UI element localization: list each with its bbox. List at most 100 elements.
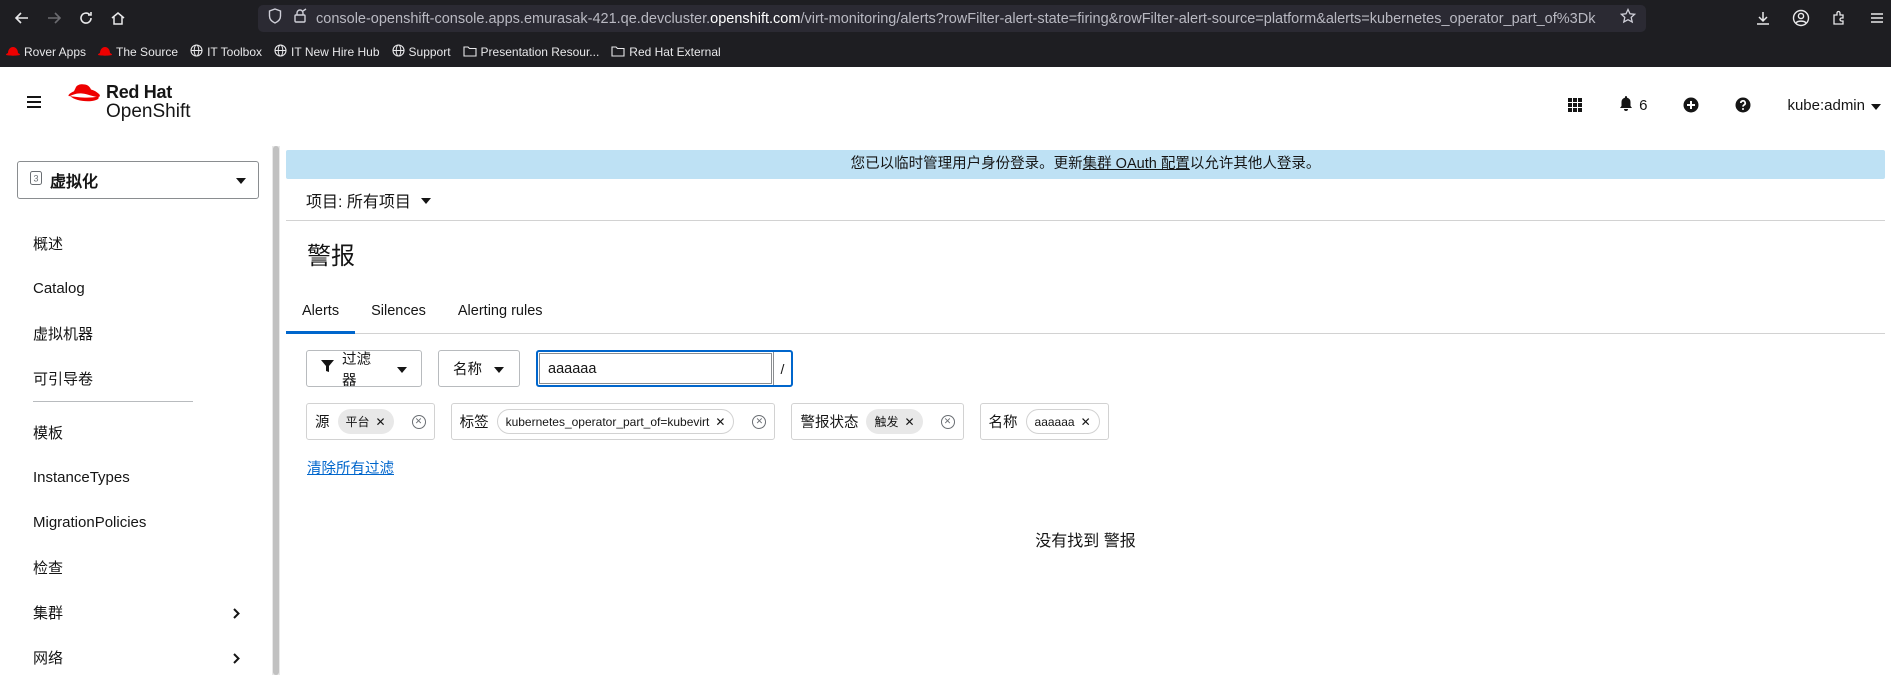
cluster-admin-banner: 您已以临时管理用户身份登录。更新集群 OAuth 配置以允许其他人登录。 (286, 150, 1885, 179)
name-filter-input[interactable] (539, 353, 772, 384)
perspective-switcher[interactable]: 3 虚拟化 (17, 161, 259, 199)
chip-label: 触发 (874, 415, 899, 429)
user-menu[interactable]: kube:admin (1787, 97, 1881, 114)
bookmark-red-hat-external[interactable]: Red Hat External (611, 45, 721, 60)
bookmark-star-icon[interactable] (1610, 7, 1646, 29)
sidebar: 3 虚拟化 概述 Catalog 虚拟机器 可引导卷 模板 InstanceTy… (0, 146, 276, 675)
folder-icon (611, 45, 625, 60)
chip-remove-icon[interactable]: ✕ (904, 415, 914, 429)
hamburger-menu-icon[interactable] (26, 95, 46, 115)
chip-group-close-icon[interactable]: ✕ (940, 414, 955, 429)
page-title: 警报 (307, 243, 355, 270)
quick-create-icon[interactable] (1683, 97, 1699, 113)
bookmark-rover-apps[interactable]: Rover Apps (6, 45, 86, 59)
logo-openshift-text: OpenShift (106, 100, 191, 122)
filter-chip: aaaaaa ✕ (1025, 409, 1100, 434)
sidebar-item-label: 集群 (33, 605, 64, 622)
bookmark-presentation-resources[interactable]: Presentation Resour... (462, 45, 599, 60)
tab-alerts[interactable]: Alerts (286, 290, 356, 334)
globe-icon (274, 44, 287, 60)
bookmark-it-new-hire-hub[interactable]: IT New Hire Hub (274, 44, 380, 60)
chip-group-alert-state: 警报状态 触发 ✕ ✕ (791, 403, 964, 440)
filter-chip: kubernetes_operator_part_of=kubevirt ✕ (496, 409, 735, 434)
downloads-icon[interactable] (1753, 6, 1773, 30)
banner-text: 您已以临时管理用户身份登录。更新 (850, 156, 1083, 172)
sidebar-item-label: Catalog (33, 280, 85, 297)
bookmark-it-toolbox[interactable]: IT Toolbox (190, 44, 262, 60)
tab-silences[interactable]: Silences (355, 290, 442, 333)
tab-alerting-rules[interactable]: Alerting rules (442, 290, 559, 333)
url-bar[interactable]: console-openshift-console.apps.emurasak-… (258, 5, 1646, 32)
sidebar-item-checkups[interactable]: 检查 (0, 545, 260, 590)
clear-all-filters-link[interactable]: 清除所有过滤 (307, 457, 394, 478)
chip-remove-icon[interactable]: ✕ (715, 415, 725, 429)
sidebar-item-label: 网络 (33, 650, 64, 667)
sidebar-item-label: MigrationPolicies (33, 514, 147, 531)
chip-group-close-icon[interactable]: ✕ (752, 414, 767, 429)
sidebar-item-instancetypes[interactable]: InstanceTypes (0, 455, 260, 500)
back-arrow-icon[interactable] (8, 6, 36, 30)
scrollbar-thumb[interactable] (273, 146, 279, 675)
caret-down-icon (1871, 97, 1881, 114)
sidebar-item-bootable-volumes[interactable]: 可引导卷 (0, 356, 260, 401)
empty-state-message: 没有找到 警报 (1035, 533, 1136, 550)
chip-group-label-filter: 标签 kubernetes_operator_part_of=kubevirt … (450, 403, 776, 440)
sidebar-divider (33, 401, 193, 402)
home-icon[interactable] (104, 6, 132, 30)
chip-group-close-icon[interactable]: ✕ (411, 414, 426, 429)
chip-group-label: 源 (315, 415, 330, 431)
project-selector[interactable]: 项目: 所有项目 (286, 179, 1885, 221)
sidebar-item-label: InstanceTypes (33, 469, 130, 486)
chip-group-label: 警报状态 (800, 415, 859, 431)
tab-bar: Alerts Silences Alerting rules (286, 290, 1885, 334)
chip-label: aaaaaa (1034, 414, 1075, 429)
sidebar-scrollbar[interactable] (272, 146, 280, 675)
bell-icon (1619, 95, 1633, 115)
sidebar-item-label: 模板 (33, 425, 64, 442)
redhat-hat-icon (68, 83, 102, 112)
search-shortcut-hint: / (773, 352, 791, 385)
sidebar-item-migrationpolicies[interactable]: MigrationPolicies (0, 500, 260, 545)
extensions-icon[interactable] (1829, 6, 1849, 30)
chip-label: kubernetes_operator_part_of=kubevirt (505, 414, 710, 429)
chip-remove-icon[interactable]: ✕ (376, 415, 386, 429)
bookmarks-bar: Rover Apps The Source IT Toolbox IT New … (0, 40, 721, 64)
reload-icon[interactable] (72, 6, 100, 30)
chip-remove-icon[interactable]: ✕ (1081, 415, 1091, 429)
forward-arrow-icon[interactable] (40, 6, 68, 30)
chip-group-source: 源 平台 ✕ ✕ (306, 403, 435, 440)
browser-toolbar: console-openshift-console.apps.emurasak-… (0, 0, 1891, 67)
filter-chip: 触发 ✕ (866, 409, 923, 434)
app-launcher-icon[interactable] (1567, 97, 1583, 113)
oauth-config-link[interactable]: 集群 OAuth 配置 (1083, 156, 1190, 172)
sidebar-item-overview[interactable]: 概述 (0, 221, 260, 266)
sidebar-item-templates[interactable]: 模板 (0, 410, 260, 455)
site-info-icon[interactable] (292, 8, 308, 29)
shield-icon[interactable] (268, 8, 282, 29)
sidebar-item-catalog[interactable]: Catalog (0, 266, 260, 311)
sidebar-item-virtual-machines[interactable]: 虚拟机器 (0, 311, 260, 356)
perspective-name: 虚拟化 (50, 174, 99, 191)
sidebar-item-label: 可引导卷 (33, 371, 94, 388)
bookmark-the-source[interactable]: The Source (98, 45, 178, 59)
redhat-hat-icon (98, 45, 113, 59)
filter-dropdown-button[interactable]: 过滤器 (306, 350, 422, 389)
app-menu-icon[interactable] (1867, 6, 1887, 30)
globe-icon (391, 44, 405, 60)
sidebar-item-networking[interactable]: 网络 (0, 635, 260, 675)
chip-group-label: 名称 (988, 415, 1018, 431)
filter-type-dropdown[interactable]: 名称 (438, 350, 520, 387)
chevron-right-icon (233, 651, 240, 668)
banner-text-suffix: 以允许其他人登录。 (1189, 156, 1321, 172)
caret-down-icon (420, 191, 431, 209)
filter-chip: 平台 ✕ (337, 409, 394, 434)
masthead: Red Hat OpenShift 6 kube:admin (0, 67, 1891, 146)
redhat-openshift-logo[interactable]: Red Hat OpenShift (68, 83, 191, 122)
bookmark-support[interactable]: Support (391, 44, 451, 60)
active-filter-chips: 源 平台 ✕ ✕ 标签 kubernetes_operator_part_of=… (306, 403, 1109, 440)
sidebar-item-cluster[interactable]: 集群 (0, 590, 260, 635)
help-icon[interactable] (1735, 97, 1751, 113)
chip-group-name: 名称 aaaaaa ✕ (979, 403, 1109, 440)
account-icon[interactable] (1791, 6, 1811, 30)
notifications-button[interactable]: 6 (1619, 95, 1647, 115)
